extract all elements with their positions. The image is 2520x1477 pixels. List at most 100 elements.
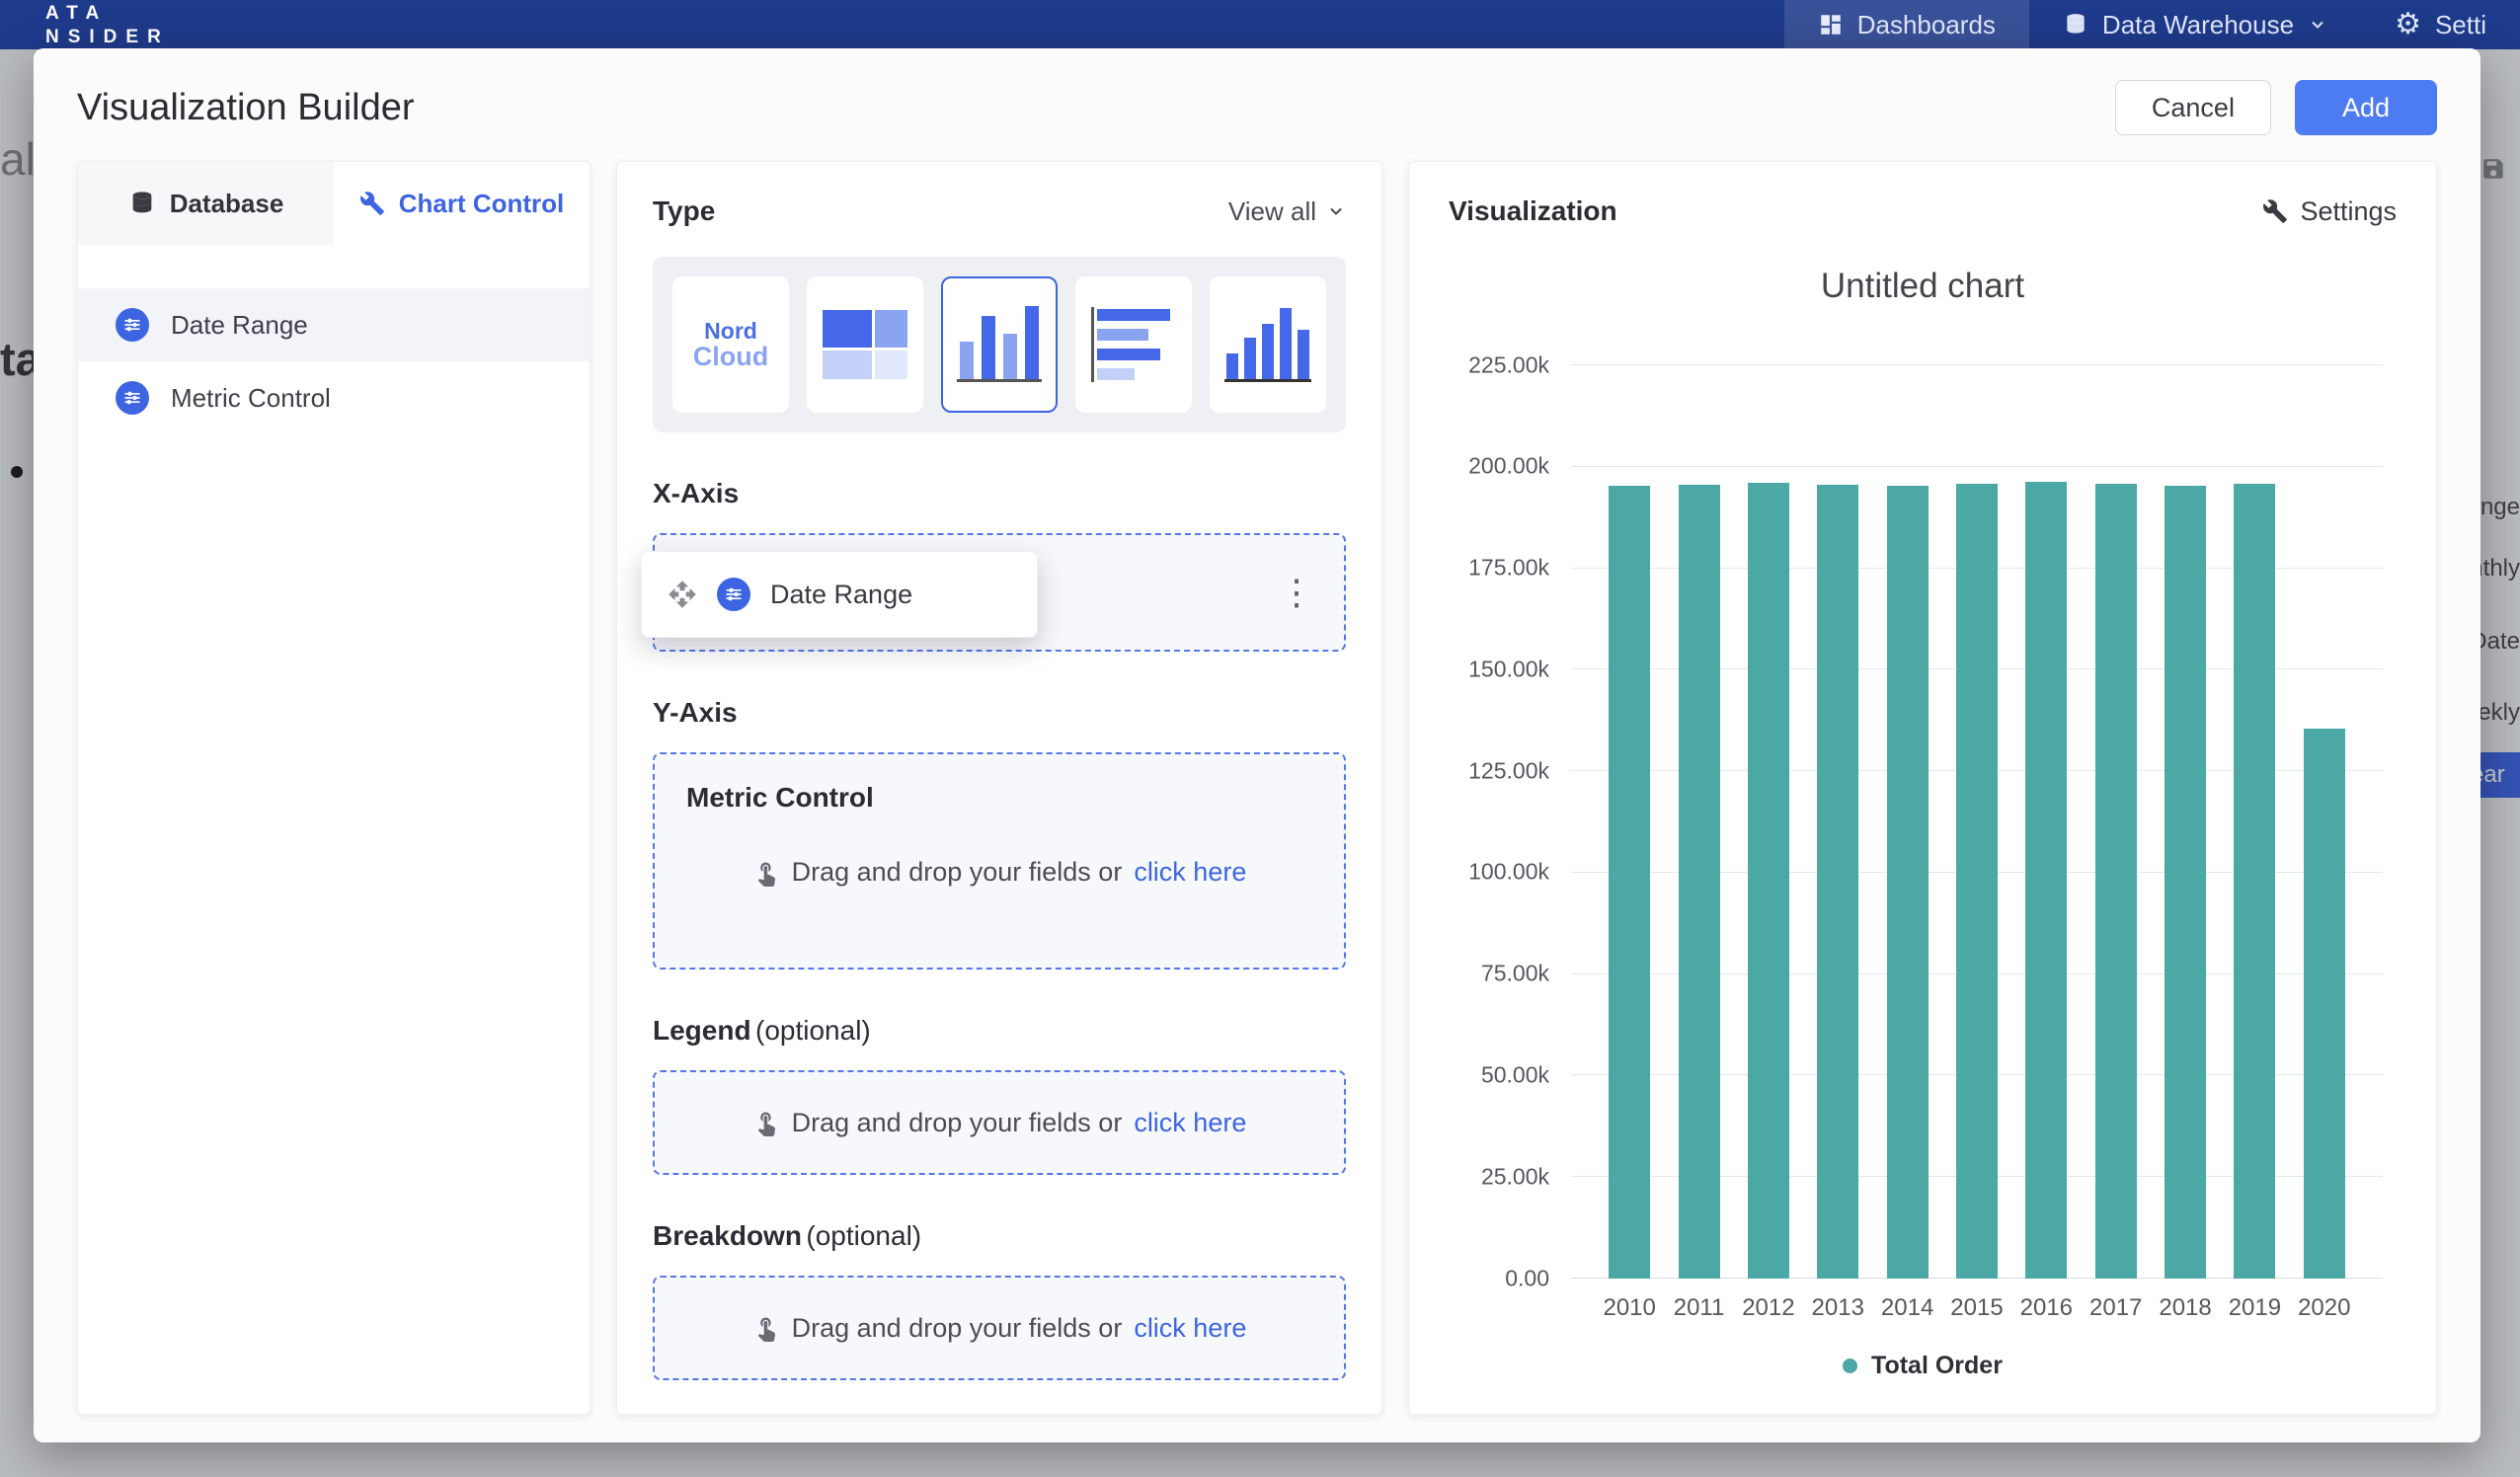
- plot-area: 0.0025.00k50.00k75.00k100.00k125.00k150.…: [1571, 365, 2383, 1279]
- legend-dot: [1843, 1359, 1857, 1373]
- modal-title: Visualization Builder: [77, 87, 415, 129]
- x-tick-label: 2016: [2020, 1294, 2073, 1322]
- bar-column: 2020: [2290, 365, 2359, 1279]
- bar: [1887, 486, 1929, 1279]
- y-axis-field-label: Metric Control: [686, 782, 1312, 814]
- legend-dropzone[interactable]: Drag and drop your fields or click here: [653, 1070, 1346, 1175]
- sliders-icon: [717, 578, 750, 611]
- drop-hint-text: Drag and drop your fields or: [792, 1108, 1123, 1138]
- bar: [2165, 486, 2206, 1279]
- settings-button[interactable]: Settings: [2262, 196, 2397, 227]
- chart-type-histogram[interactable]: [1210, 276, 1326, 413]
- visualization-heading: Visualization: [1449, 195, 1617, 227]
- control-field-list: Date Range Metric Control: [78, 288, 590, 434]
- y-axis-heading: Y-Axis: [653, 697, 1346, 729]
- drop-hint: Drag and drop your fields or click here: [752, 857, 1247, 888]
- chevron-down-icon: [2308, 15, 2327, 35]
- drop-hint: Drag and drop your fields or click here: [752, 1108, 1247, 1138]
- chart-type-treemap[interactable]: [807, 276, 923, 413]
- chart-type-column-selected[interactable]: [941, 276, 1058, 413]
- nav-data-warehouse-label: Data Warehouse: [2102, 10, 2294, 40]
- x-axis-dropzone[interactable]: Date Range ⋮ Date Range: [653, 533, 1346, 652]
- x-tick-label: 2014: [1881, 1294, 1933, 1322]
- x-axis-heading: X-Axis: [653, 478, 1346, 509]
- type-heading: Type: [653, 195, 715, 227]
- nav-dashboards[interactable]: Dashboards: [1784, 0, 2029, 49]
- chart-type-list: Nord Cloud: [653, 257, 1346, 432]
- nav-data-warehouse[interactable]: Data Warehouse: [2029, 0, 2361, 49]
- add-button[interactable]: Add: [2295, 80, 2437, 135]
- field-item-date-range[interactable]: Date Range: [78, 288, 590, 361]
- legend-label: Total Order: [1871, 1352, 2003, 1380]
- histogram-icon: [1224, 307, 1311, 382]
- bar-column: 2010: [1595, 365, 1664, 1279]
- modal-actions: Cancel Add: [2115, 80, 2437, 135]
- x-tick-label: 2019: [2229, 1294, 2281, 1322]
- click-here-link[interactable]: click here: [1134, 857, 1246, 888]
- bar-column: 2019: [2220, 365, 2289, 1279]
- y-tick-label: 50.00k: [1481, 1061, 1549, 1088]
- legend-heading: Legend (optional): [653, 1015, 1346, 1047]
- chart-type-bar[interactable]: [1075, 276, 1192, 413]
- x-tick-label: 2015: [1950, 1294, 2003, 1322]
- more-options-icon[interactable]: ⋮: [1279, 575, 1314, 610]
- x-tick-label: 2010: [1603, 1294, 1655, 1322]
- tab-chart-control-label: Chart Control: [399, 189, 565, 219]
- treemap-icon: [823, 310, 907, 379]
- bar: [1679, 485, 1720, 1279]
- cancel-button[interactable]: Cancel: [2115, 80, 2271, 135]
- chart-title: Untitled chart: [1449, 267, 2397, 306]
- x-tick-label: 2020: [2298, 1294, 2350, 1322]
- chevron-down-icon: [1326, 201, 1346, 221]
- x-tick-label: 2018: [2159, 1294, 2211, 1322]
- x-tick-label: 2017: [2089, 1294, 2142, 1322]
- app-logo: ATA NSIDER: [0, 0, 170, 49]
- bars-group: 2010201120122013201420152016201720182019…: [1571, 365, 2383, 1279]
- click-here-link[interactable]: click here: [1134, 1108, 1246, 1138]
- field-item-label: Metric Control: [171, 383, 331, 414]
- nav-settings[interactable]: ⚙ Setti: [2361, 0, 2520, 49]
- dragged-field-chip[interactable]: Date Range: [641, 551, 1038, 638]
- drop-hint: Drag and drop your fields or click here: [752, 1313, 1247, 1344]
- navbar-items: Dashboards Data Warehouse ⚙ Setti: [1784, 0, 2520, 49]
- view-all-button[interactable]: View all: [1228, 196, 1346, 227]
- breakdown-dropzone[interactable]: Drag and drop your fields or click here: [653, 1276, 1346, 1380]
- x-tick-label: 2012: [1742, 1294, 1794, 1322]
- chip-label: Date Range: [770, 580, 912, 610]
- dashboard-grid-icon: [1818, 12, 1844, 38]
- tab-database[interactable]: Database: [78, 162, 334, 245]
- bar-column: 2017: [2082, 365, 2151, 1279]
- y-tick-label: 75.00k: [1481, 961, 1549, 987]
- drag-hand-icon: [752, 1314, 780, 1342]
- bar-column: 2016: [2011, 365, 2081, 1279]
- breakdown-heading: Breakdown (optional): [653, 1220, 1346, 1252]
- bar-column: 2018: [2151, 365, 2220, 1279]
- bar: [2234, 484, 2275, 1279]
- y-tick-label: 25.00k: [1481, 1163, 1549, 1190]
- visualization-header-row: Visualization Settings: [1449, 195, 2397, 227]
- gear-icon: ⚙: [2395, 10, 2421, 39]
- tools-icon: [359, 191, 385, 216]
- move-icon: [668, 580, 697, 609]
- sliders-icon: [116, 308, 149, 342]
- bar: [1817, 485, 1858, 1279]
- tab-chart-control[interactable]: Chart Control: [334, 162, 590, 245]
- modal-header: Visualization Builder Cancel Add: [34, 48, 2481, 161]
- logo-line-2: NSIDER: [45, 26, 170, 49]
- chart-type-wordcloud[interactable]: Nord Cloud: [672, 276, 789, 413]
- sliders-icon: [116, 381, 149, 415]
- fields-panel: Database Chart Control Date Range: [77, 161, 591, 1415]
- tools-icon: [2262, 198, 2288, 224]
- field-item-metric-control[interactable]: Metric Control: [78, 361, 590, 434]
- y-axis-dropzone[interactable]: Metric Control Drag and drop your fields…: [653, 752, 1346, 970]
- bar: [1748, 483, 1789, 1279]
- y-tick-label: 0.00: [1505, 1265, 1549, 1291]
- type-header-row: Type View all: [653, 195, 1346, 227]
- bar-column: 2015: [1942, 365, 2011, 1279]
- y-tick-label: 175.00k: [1468, 555, 1549, 582]
- click-here-link[interactable]: click here: [1134, 1313, 1246, 1344]
- y-tick-label: 125.00k: [1468, 757, 1549, 784]
- database-icon: [128, 190, 156, 217]
- bar-column: 2012: [1734, 365, 1803, 1279]
- drop-hint-text: Drag and drop your fields or: [792, 857, 1123, 888]
